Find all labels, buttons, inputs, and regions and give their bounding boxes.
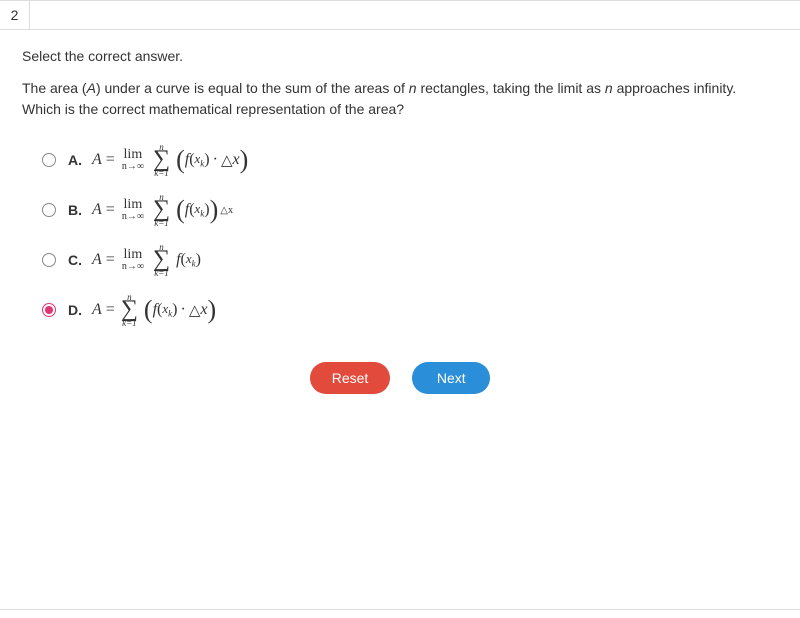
qt-n1: n — [409, 80, 417, 96]
qt-p2: ) under a curve is equal to the sum of t… — [96, 80, 409, 96]
instruction: Select the correct answer. — [22, 48, 778, 64]
sym-eq: = — [106, 301, 115, 319]
rp2: ) — [172, 301, 177, 319]
lim-text: lim — [124, 199, 143, 212]
option-c-label: C. — [68, 252, 92, 268]
bottom-divider — [0, 609, 800, 610]
qt-p1: The area ( — [22, 80, 87, 96]
radio-d[interactable] — [42, 303, 56, 317]
dot: · — [213, 151, 218, 169]
dx: x — [200, 301, 207, 319]
lparen: ( — [176, 201, 185, 219]
qt-n2: n — [605, 80, 613, 96]
lim-text: lim — [124, 149, 143, 162]
radio-c[interactable] — [42, 253, 56, 267]
sym-sigma: n ∑ k=1 — [153, 144, 170, 176]
options: A. A = lim n→∞ n ∑ k=1 ( f(xk) · △x — [22, 138, 778, 332]
formula-body-c: f(xk) — [176, 251, 201, 269]
sym-eq: = — [106, 201, 115, 219]
option-a[interactable]: A. A = lim n→∞ n ∑ k=1 ( f(xk) · △x — [42, 138, 778, 182]
qt-p3: rectangles, taking the limit as — [417, 80, 605, 96]
sym-eq: = — [106, 251, 115, 269]
next-button[interactable]: Next — [412, 362, 490, 394]
button-bar: Reset Next — [22, 362, 778, 394]
xk: xk — [195, 201, 205, 219]
xk: xk — [186, 251, 196, 269]
sym-sigma: n ∑ k=1 — [153, 244, 170, 276]
lparen: ( — [176, 151, 185, 169]
sigma: ∑ — [153, 250, 170, 269]
sdx: x — [228, 205, 233, 216]
sym-A: A — [92, 151, 102, 169]
lim-sub: n→∞ — [122, 262, 144, 271]
sigma: ∑ — [153, 200, 170, 219]
sigma-bot: k=1 — [154, 170, 169, 176]
rp2: ) — [196, 251, 201, 269]
sigma-bot: k=1 — [154, 270, 169, 276]
radio-a[interactable] — [42, 153, 56, 167]
lim-sub: n→∞ — [122, 212, 144, 221]
formula-body-a: ( f(xk) · △x ) — [176, 151, 248, 170]
question-number-box: 2 — [0, 1, 30, 29]
sym-lim: lim n→∞ — [122, 249, 144, 271]
question-number: 2 — [11, 7, 19, 23]
formula-body-d: ( f(xk) · △x ) — [144, 301, 216, 320]
sup-dx: △x — [220, 205, 233, 216]
rparen: ) — [240, 151, 249, 169]
option-d-label: D. — [68, 302, 92, 318]
option-d-formula: A = n ∑ k=1 ( f(xk) · △x ) — [92, 294, 216, 326]
rp2: ) — [204, 151, 209, 169]
reset-button[interactable]: Reset — [310, 362, 391, 394]
sym-sigma: n ∑ k=1 — [121, 294, 138, 326]
sym-sigma: n ∑ k=1 — [153, 194, 170, 226]
formula-body-b: ( f(xk) ) △x — [176, 201, 233, 219]
sym-eq: = — [106, 151, 115, 169]
delta: △ — [221, 151, 233, 170]
rparen: ) — [207, 301, 216, 319]
lim-sub: n→∞ — [122, 162, 144, 171]
option-a-label: A. — [68, 152, 92, 168]
xk: xk — [195, 151, 205, 169]
rparen: ) — [210, 201, 219, 219]
lim-text: lim — [124, 249, 143, 262]
option-a-formula: A = lim n→∞ n ∑ k=1 ( f(xk) · △x ) — [92, 144, 248, 176]
sym-A: A — [92, 201, 102, 219]
dx: x — [233, 151, 240, 169]
top-bar: 2 — [0, 0, 800, 30]
sigma-bot: k=1 — [122, 320, 137, 326]
sym-lim: lim n→∞ — [122, 149, 144, 171]
sigma: ∑ — [121, 300, 138, 319]
delta: △ — [189, 301, 201, 320]
option-c-formula: A = lim n→∞ n ∑ k=1 f(xk) — [92, 244, 201, 276]
option-b-label: B. — [68, 202, 92, 218]
radio-b[interactable] — [42, 203, 56, 217]
option-d[interactable]: D. A = n ∑ k=1 ( f(xk) · △x ) — [42, 288, 778, 332]
lparen: ( — [144, 301, 153, 319]
sigma-bot: k=1 — [154, 220, 169, 226]
sym-A: A — [92, 251, 102, 269]
sigma: ∑ — [153, 150, 170, 169]
sdelta: △ — [220, 205, 228, 216]
sym-A: A — [92, 301, 102, 319]
option-c[interactable]: C. A = lim n→∞ n ∑ k=1 f(xk) — [42, 238, 778, 282]
dot: · — [180, 301, 185, 319]
option-b-formula: A = lim n→∞ n ∑ k=1 ( f(xk) ) △x — [92, 194, 233, 226]
option-b[interactable]: B. A = lim n→∞ n ∑ k=1 ( f(xk) ) △x — [42, 188, 778, 232]
sym-lim: lim n→∞ — [122, 199, 144, 221]
xk: xk — [162, 301, 172, 319]
question-text: The area (A) under a curve is equal to t… — [22, 78, 778, 120]
qt-A: A — [87, 80, 96, 96]
content: Select the correct answer. The area (A) … — [0, 30, 800, 394]
